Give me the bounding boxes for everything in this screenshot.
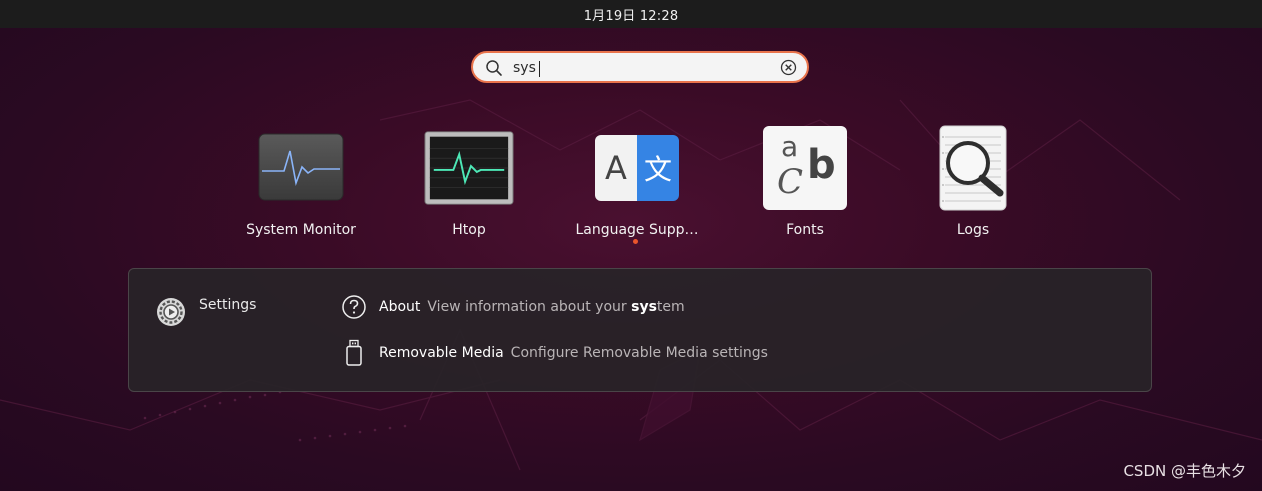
app-label: Language Supp… bbox=[575, 222, 699, 238]
text-caret bbox=[539, 61, 540, 77]
result-description: View information about your system bbox=[427, 299, 684, 315]
search-input[interactable] bbox=[513, 57, 773, 79]
top-bar: 1月19日 12:28 bbox=[0, 0, 1262, 28]
fonts-glyph-c: C bbox=[777, 162, 804, 202]
logs-icon bbox=[928, 122, 1018, 214]
settings-provider-label: Settings bbox=[199, 297, 257, 313]
result-description: Configure Removable Media settings bbox=[510, 345, 768, 361]
language-support-icon: A 文 bbox=[592, 122, 682, 214]
app-system-monitor[interactable]: System Monitor bbox=[226, 122, 376, 247]
settings-provider[interactable]: Settings bbox=[155, 295, 305, 331]
settings-gear-icon bbox=[157, 298, 185, 326]
usb-drive-icon bbox=[339, 338, 369, 368]
search-box[interactable] bbox=[471, 51, 809, 83]
fonts-glyph-a: a bbox=[781, 130, 799, 163]
running-indicator bbox=[633, 239, 638, 244]
app-label: System Monitor bbox=[246, 222, 356, 238]
desc-prefix: View information about your bbox=[427, 299, 632, 315]
clock[interactable]: 1月19日 12:28 bbox=[584, 5, 679, 24]
app-label: Htop bbox=[452, 222, 486, 238]
system-monitor-icon bbox=[256, 122, 346, 214]
question-circle-icon bbox=[339, 292, 369, 322]
settings-results-panel: Settings About View information about yo… bbox=[128, 268, 1152, 392]
language-letter-a: A bbox=[595, 135, 637, 201]
clear-circle-icon[interactable] bbox=[780, 59, 797, 76]
result-about[interactable]: About View information about your system bbox=[339, 290, 859, 324]
result-removable-media[interactable]: Removable Media Configure Removable Medi… bbox=[339, 336, 859, 370]
app-label: Logs bbox=[956, 222, 990, 238]
app-fonts[interactable]: a b C Fonts bbox=[730, 122, 880, 247]
app-htop[interactable]: Htop bbox=[394, 122, 544, 247]
app-language-support[interactable]: A 文 Language Supp… bbox=[562, 122, 712, 247]
desc-match: sys bbox=[631, 299, 657, 315]
fonts-icon: a b C bbox=[760, 122, 850, 214]
watermark-text: CSDN @丰色木夕 bbox=[1123, 462, 1246, 480]
app-logs[interactable]: Logs bbox=[898, 122, 1048, 247]
result-title: About bbox=[379, 299, 421, 315]
app-label: Fonts bbox=[786, 222, 824, 238]
magnifier-icon bbox=[486, 60, 502, 76]
desc-suffix: tem bbox=[656, 299, 685, 315]
fonts-glyph-b: b bbox=[807, 142, 836, 188]
result-title: Removable Media bbox=[379, 345, 504, 361]
htop-terminal-icon bbox=[424, 122, 514, 214]
language-letter-wen: 文 bbox=[637, 135, 679, 201]
